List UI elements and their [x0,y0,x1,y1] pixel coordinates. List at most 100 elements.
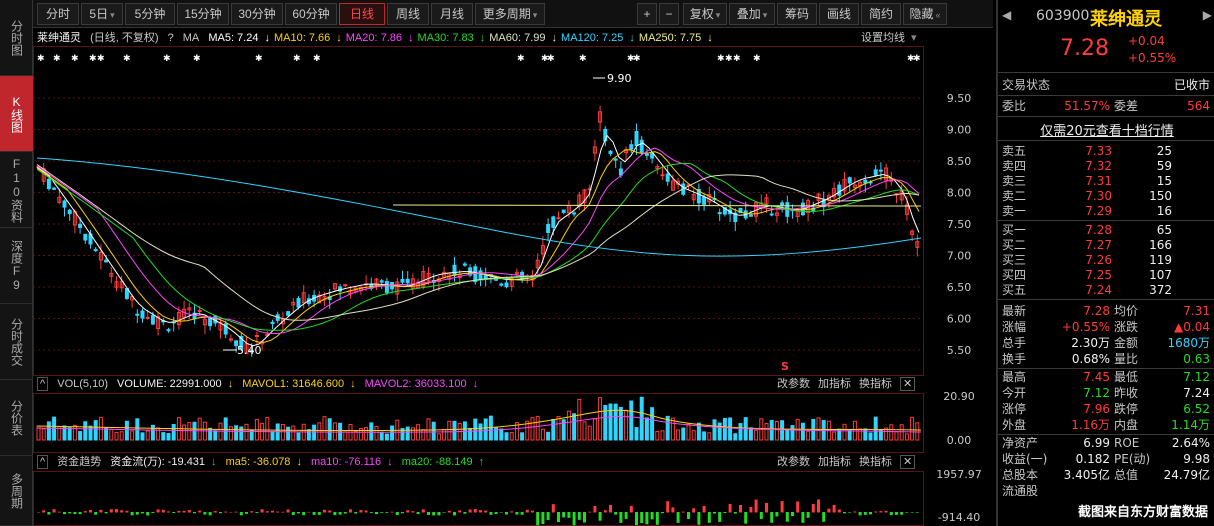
volume-bar [244,423,249,441]
volume-bar [364,427,369,441]
bids-row[interactable]: 买二 7.27 166 [1002,237,1212,253]
ma-settings-button[interactable]: 设置均线 ▾ [861,29,923,47]
flow-bar [822,512,826,522]
volume-bar [343,431,348,441]
level-price: 7.31 [1085,174,1112,188]
flow-bar [489,512,493,515]
volume-bar [374,425,379,441]
leftnav-item-3[interactable]: 深度F9 [0,228,33,304]
period-tab-0[interactable]: 分时 [37,3,79,25]
candle-body [551,216,556,228]
kline-chart-svg[interactable]: 9.50 9.00 8.50 8.00 7.50 7.00 6.50 6.00 5.50 20.9… [33,28,993,526]
level-price: 7.33 [1085,144,1112,158]
flow-bar [390,511,394,513]
leftnav-item-4[interactable]: 分时成交 [0,304,33,380]
tool-button-label: 复权 [689,7,714,21]
indicator-button-0[interactable]: 改参数 [777,456,810,468]
leftnav-item-0[interactable]: 分时图 [0,0,33,76]
flow-bar [271,510,274,513]
leftnav-item-1[interactable]: K线图 [0,76,33,152]
close-icon[interactable]: ✕ [900,455,916,469]
period-tab-2[interactable]: 5分钟 [125,3,175,25]
volume-bar [312,424,317,441]
bids-row[interactable]: 买四 7.25 107 [1002,267,1212,283]
volume-bar [83,421,88,441]
flow-bar [224,511,228,513]
flow-bar [286,509,290,513]
volume-bar [88,425,93,441]
stat-l1: 外盘 [1002,418,1027,432]
leftnav-item-2[interactable]: F10资料 [0,152,33,228]
period-tab-4[interactable]: 30分钟 [231,3,283,25]
stat-row: 净资产 6.99 ROE 2.64% [1002,435,1212,451]
stat-l2: 金额 [1114,336,1139,350]
indicator-button-1[interactable]: 加指标 [818,456,851,468]
tool-button-label: 筹码 [784,7,809,21]
period-tab-8[interactable]: 月线 [431,3,473,25]
volume-bar [104,427,109,441]
indicator-button-2[interactable]: 换指标 [859,456,892,468]
flow-bar [775,512,779,517]
volume-bar [904,433,909,441]
asks-row[interactable]: 卖三 7.31 15 [1002,173,1212,189]
flow-bar [208,512,212,516]
flow-bar [593,505,597,513]
indicator-button-2[interactable]: 换指标 [859,378,892,390]
zoom-in-button[interactable]: + [637,3,657,25]
period-tab-1[interactable]: 5日 ▾ [81,3,123,25]
tool-button-3[interactable]: 画线 [819,3,859,25]
period-tab-6[interactable]: 日线 [339,3,385,25]
level-price: 7.24 [1085,283,1112,297]
flow-bar [718,512,722,522]
bids-row[interactable]: 买三 7.26 119 [1002,252,1212,268]
event-marker: ✱ [97,54,105,64]
bids-row[interactable]: 买五 7.24 372 [1002,282,1212,298]
zoom-out-button[interactable]: − [659,3,679,25]
period-tab-3[interactable]: 15分钟 [177,3,229,25]
volume-tick-label: 20.90 [943,390,975,403]
collapse-icon[interactable]: ^ [37,377,49,391]
flow-bar [671,507,675,513]
leftnav-item-6[interactable]: 多周期 [0,456,33,526]
flow-bar [68,512,72,514]
volume-bar [774,420,779,441]
close-icon[interactable]: ✕ [900,377,916,391]
indicator-button-1[interactable]: 加指标 [818,378,851,390]
candle-body [660,174,665,177]
volume-bar [618,406,623,441]
asks-row[interactable]: 卖一 7.29 16 [1002,203,1212,219]
tool-button-5[interactable]: 隐藏 « [903,3,947,25]
price-tick-label: 6.00 [947,313,972,326]
level2-promo-link[interactable]: 仅需20元查看十档行情 [998,120,1214,139]
volume-bar [733,433,738,441]
prev-stock-icon[interactable]: ◀ [1002,8,1011,22]
asks-row[interactable]: 卖四 7.32 59 [1002,158,1212,174]
volume-bar [629,400,634,441]
help-icon[interactable]: ? [168,32,174,44]
chart-area: 9.50 9.00 8.50 8.00 7.50 7.00 6.50 6.00 5.50 20.9… [33,28,993,526]
flow-bar [640,512,644,524]
leftnav-item-5[interactable]: 分价表 [0,380,33,456]
event-marker: ✱ [633,54,641,64]
volume-bar [426,418,431,441]
asks-row[interactable]: 卖五 7.33 25 [1002,143,1212,159]
asks-row[interactable]: 卖二 7.30 150 [1002,188,1212,204]
collapse-icon[interactable]: ^ [37,455,49,469]
flow-toolbar: 改参数 加指标 换指标 ✕ [777,453,921,471]
period-tab-9[interactable]: 更多周期 ▾ [475,3,545,25]
tool-button-0[interactable]: 复权 ▾ [683,3,727,25]
chevron-down-icon: ▾ [762,10,768,20]
next-stock-icon[interactable]: ▶ [1203,8,1212,22]
period-tab-7[interactable]: 周线 [387,3,429,25]
candle-body [561,209,566,213]
tool-button-4[interactable]: 简约 [861,3,901,25]
tool-button-2[interactable]: 筹码 [777,3,817,25]
period-tab-5[interactable]: 60分钟 [285,3,337,25]
indicator-button-0[interactable]: 改参数 [777,378,810,390]
level-label: 买四 [1002,268,1027,282]
flow-bar [739,504,742,513]
bids-row[interactable]: 买一 7.28 65 [1002,222,1212,238]
volume-bar [239,426,244,441]
tool-button-1[interactable]: 叠加 ▾ [729,3,775,25]
volume-bar [390,425,395,441]
